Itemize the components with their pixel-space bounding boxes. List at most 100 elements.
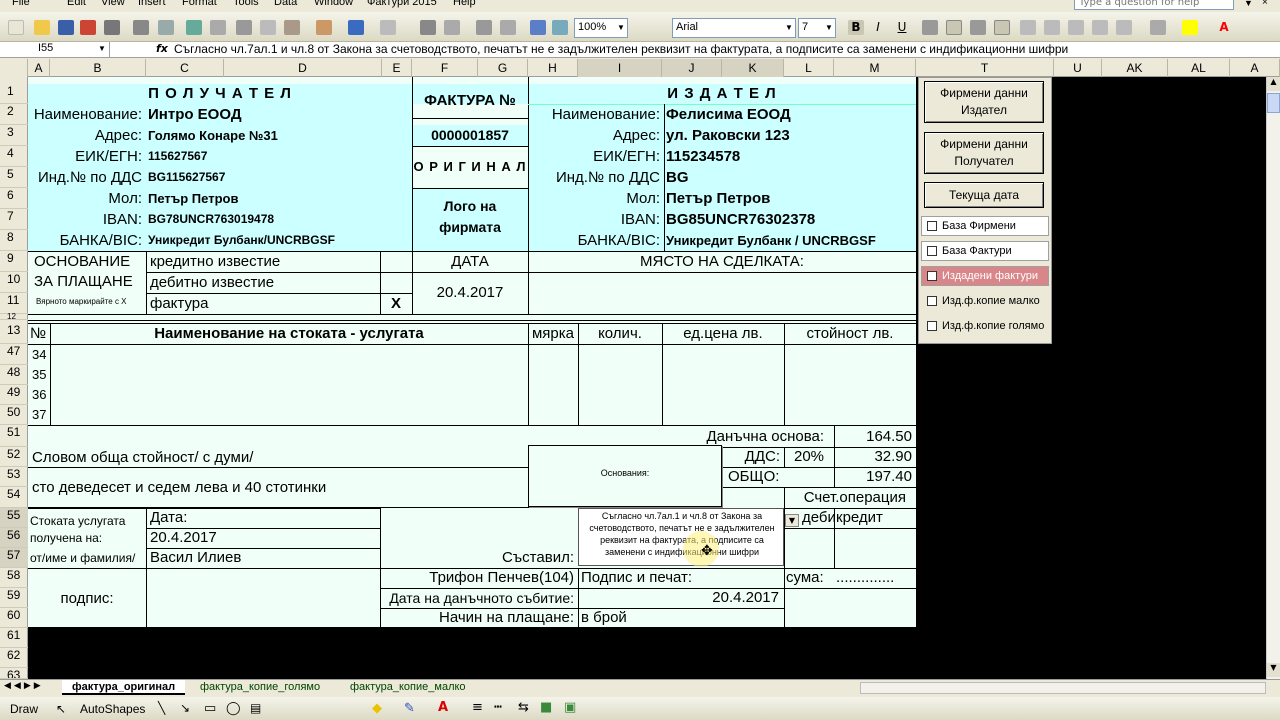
permission-icon[interactable] bbox=[80, 20, 96, 35]
recipient-vat[interactable]: BG115627567 bbox=[148, 167, 408, 188]
issuer-mol[interactable]: Петър Петров bbox=[666, 188, 914, 209]
worksheet-grid[interactable]: П О Л У Ч А Т Е Л Наименование: Адрес: Е… bbox=[28, 77, 1266, 679]
name-box-dropdown-icon[interactable]: ▼ bbox=[98, 44, 106, 53]
vat-value[interactable]: 32.90 bbox=[834, 447, 914, 467]
row-header[interactable]: 50 bbox=[0, 405, 28, 425]
receiver-name[interactable]: Васил Илиев bbox=[150, 548, 378, 568]
line-color-icon[interactable]: ✎ bbox=[404, 701, 415, 716]
menu-edit[interactable]: Edit bbox=[67, 0, 86, 8]
row-header[interactable]: 1 bbox=[0, 84, 28, 104]
menu-help[interactable]: Help bbox=[453, 0, 476, 8]
row-header[interactable]: 58 bbox=[0, 568, 28, 588]
tab-invoice-copy-small[interactable]: фактура_копие_малко bbox=[340, 680, 476, 695]
checkbox-icon[interactable] bbox=[927, 221, 937, 231]
print-icon[interactable] bbox=[133, 20, 149, 35]
row-header[interactable]: 5 bbox=[0, 167, 28, 188]
tab-invoice-original[interactable]: фактура_оригинал bbox=[62, 680, 186, 695]
column-header[interactable]: J bbox=[662, 59, 722, 77]
column-header[interactable]: A bbox=[1230, 59, 1280, 77]
row-header[interactable]: 4 bbox=[0, 146, 28, 167]
column-header[interactable]: A bbox=[28, 59, 50, 77]
new-icon[interactable] bbox=[8, 20, 24, 35]
redo-icon[interactable] bbox=[380, 20, 396, 35]
column-header[interactable]: L bbox=[784, 59, 834, 77]
textbox-icon[interactable]: ▤ bbox=[250, 701, 261, 715]
font-color-draw-icon[interactable]: A bbox=[438, 700, 448, 715]
font-select[interactable]: Arial ▼ bbox=[672, 18, 796, 38]
spelling-icon[interactable] bbox=[186, 20, 202, 35]
menu-window[interactable]: Window bbox=[314, 0, 353, 8]
receipt-date[interactable]: 20.4.2017 bbox=[150, 528, 378, 548]
autosum-icon[interactable] bbox=[444, 20, 460, 35]
menu-view[interactable]: View bbox=[101, 0, 125, 8]
scroll-up-icon[interactable]: ▲ bbox=[1267, 77, 1280, 91]
hyperlink-icon[interactable] bbox=[420, 20, 436, 35]
row-header[interactable]: 60 bbox=[0, 608, 28, 628]
sort-ascending-icon[interactable] bbox=[476, 20, 492, 35]
align-center-icon[interactable] bbox=[946, 20, 962, 35]
line-icon[interactable]: ╲ bbox=[158, 701, 165, 715]
column-header[interactable]: M bbox=[834, 59, 916, 77]
formula-input[interactable]: Съгласно чл.7ал.1 и чл.8 от Закона за сч… bbox=[174, 42, 1068, 56]
merge-center-icon[interactable] bbox=[994, 20, 1010, 35]
borders-icon[interactable] bbox=[1150, 20, 1166, 35]
underline-icon[interactable]: U bbox=[894, 20, 910, 35]
row-header[interactable]: 47 bbox=[0, 344, 28, 365]
row-header[interactable]: 52 bbox=[0, 447, 28, 467]
menu-data[interactable]: Data bbox=[274, 0, 297, 8]
checkbox-invoices-db[interactable]: База Фактури bbox=[921, 241, 1049, 261]
checkbox-icon[interactable] bbox=[927, 321, 937, 331]
horizontal-scrollbar[interactable] bbox=[860, 682, 1266, 694]
row-header[interactable]: 9 bbox=[0, 251, 28, 272]
column-header[interactable]: F bbox=[412, 59, 478, 77]
row-header[interactable]: 61 bbox=[0, 628, 28, 648]
issuer-address[interactable]: ул. Раковски 123 bbox=[666, 125, 914, 146]
checkbox-company-db[interactable]: База Фирмени данни bbox=[921, 216, 1049, 250]
autoshapes-menu[interactable]: AutoShapes bbox=[80, 702, 145, 716]
sum-value[interactable]: .............. bbox=[836, 568, 916, 588]
row-header[interactable]: 3 bbox=[0, 125, 28, 146]
recipient-address[interactable]: Голямо Конаре №31 bbox=[148, 125, 408, 146]
drawing-icon[interactable] bbox=[552, 20, 568, 35]
print-preview-icon[interactable] bbox=[158, 20, 174, 35]
row-header[interactable]: 55 bbox=[0, 508, 28, 528]
recipient-bank[interactable]: Уникредит Булбанк/UNCRBGSF bbox=[148, 230, 410, 251]
font-size-select[interactable]: 7 ▼ bbox=[798, 18, 836, 38]
row-header[interactable]: 56 bbox=[0, 528, 28, 548]
column-header[interactable]: E bbox=[382, 59, 412, 77]
oval-icon[interactable]: ◯ bbox=[226, 701, 241, 716]
invoice-date[interactable]: 20.4.2017 bbox=[412, 272, 528, 314]
menu-file[interactable]: File bbox=[12, 0, 30, 8]
close-icon[interactable]: × bbox=[1262, 0, 1268, 8]
select-all-corner[interactable] bbox=[0, 59, 28, 77]
shadow-style-icon[interactable]: ■ bbox=[540, 700, 552, 715]
column-header[interactable]: U bbox=[1054, 59, 1102, 77]
tab-navigation-icon[interactable]: ◀◀▶▶ bbox=[4, 681, 44, 691]
recipient-eik[interactable]: 115627567 bbox=[148, 146, 408, 167]
open-icon[interactable] bbox=[34, 20, 50, 35]
row-header[interactable]: 62 bbox=[0, 648, 28, 668]
column-header[interactable]: G bbox=[478, 59, 528, 77]
comma-icon[interactable] bbox=[1068, 20, 1084, 35]
issuer-name[interactable]: Фелисима ЕООД bbox=[666, 104, 914, 125]
row-header[interactable]: 63 bbox=[0, 668, 28, 679]
row-header[interactable]: 59 bbox=[0, 588, 28, 608]
vertical-scrollbar[interactable]: ▲ ▼ bbox=[1266, 77, 1280, 679]
select-objects-icon[interactable]: ↖ bbox=[56, 702, 66, 716]
basis-mark[interactable]: X bbox=[380, 293, 412, 314]
zoom-dropdown-icon[interactable]: ▼ bbox=[615, 19, 627, 37]
paste-icon[interactable] bbox=[284, 20, 300, 35]
column-header[interactable]: AK bbox=[1102, 59, 1168, 77]
row-header[interactable]: 54 bbox=[0, 487, 28, 508]
scroll-down-icon[interactable]: ▼ bbox=[1267, 663, 1280, 677]
copy-icon[interactable] bbox=[260, 20, 276, 35]
checkbox-icon[interactable] bbox=[927, 271, 937, 281]
font-size-dropdown-icon[interactable]: ▼ bbox=[823, 19, 835, 37]
tax-event-date[interactable]: 20.4.2017 bbox=[581, 588, 781, 608]
font-color-icon[interactable]: A bbox=[1216, 20, 1232, 35]
3d-style-icon[interactable]: ▣ bbox=[564, 700, 576, 715]
column-header[interactable]: AL bbox=[1168, 59, 1230, 77]
row-header[interactable]: 12 bbox=[0, 313, 28, 321]
column-header[interactable]: D bbox=[224, 59, 382, 77]
bold-icon[interactable]: B bbox=[848, 20, 864, 35]
